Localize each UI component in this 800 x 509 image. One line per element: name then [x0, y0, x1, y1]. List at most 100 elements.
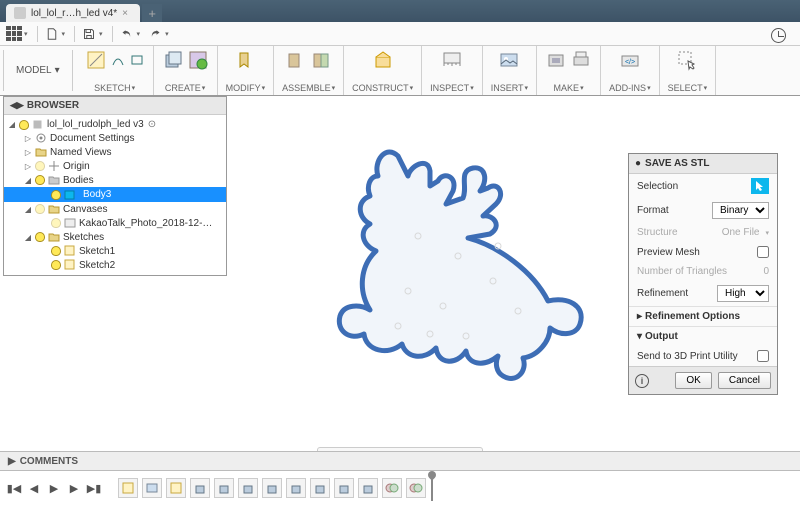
refinement-select[interactable]: High	[717, 285, 769, 302]
expand-icon[interactable]: ▶	[8, 456, 16, 467]
feature-extrude-icon[interactable]	[214, 478, 234, 498]
construct-icon[interactable]	[372, 49, 394, 71]
expand-icon[interactable]: ◢	[8, 120, 16, 129]
redo-icon[interactable]	[147, 26, 163, 42]
row-output[interactable]: ▾Output	[629, 326, 777, 346]
tree-sketches[interactable]: ◢Sketches	[4, 230, 226, 244]
feature-combine-icon[interactable]	[406, 478, 426, 498]
new-tab-button[interactable]: +	[142, 4, 162, 22]
ribbon-construct-label[interactable]: CONSTRUCT▾	[352, 83, 413, 93]
ok-button[interactable]: OK	[675, 372, 711, 389]
activity-icon[interactable]	[771, 28, 786, 43]
ribbon-modify-label[interactable]: MODIFY▾	[226, 83, 266, 93]
dialog-header[interactable]: ● SAVE AS STL	[629, 154, 777, 174]
select-icon[interactable]	[676, 49, 698, 71]
assemble-icon[interactable]	[285, 49, 307, 71]
tree-body3[interactable]: Body3	[4, 187, 226, 202]
expand-icon[interactable]: ▷	[24, 134, 32, 143]
print-icon[interactable]	[570, 49, 592, 71]
insert-icon[interactable]	[498, 49, 520, 71]
document-tab[interactable]: lol_lol_r…h_led v4* ×	[6, 4, 140, 22]
file-icon[interactable]	[44, 26, 60, 42]
ribbon-create-label[interactable]: CREATE▾	[165, 83, 205, 93]
feature-extrude-icon[interactable]	[262, 478, 282, 498]
ribbon-make-label[interactable]: MAKE▾	[554, 83, 584, 93]
primitive-icon[interactable]	[187, 49, 209, 71]
rect-icon[interactable]	[129, 52, 145, 68]
info-icon[interactable]: i	[635, 374, 649, 388]
timeline-play-icon[interactable]: ▶	[46, 480, 62, 496]
format-select[interactable]: Binary	[712, 202, 769, 219]
ribbon-insert-label[interactable]: INSERT▾	[491, 83, 528, 93]
sketch-icon[interactable]	[85, 49, 107, 71]
expand-icon[interactable]: ▷	[24, 148, 32, 157]
tree-origin[interactable]: ▷Origin	[4, 159, 226, 173]
joint-icon[interactable]	[310, 49, 332, 71]
feature-extrude-icon[interactable]	[358, 478, 378, 498]
collapse-icon[interactable]: ◀▶	[10, 100, 24, 111]
feature-combine-icon[interactable]	[382, 478, 402, 498]
feature-extrude-icon[interactable]	[310, 478, 330, 498]
tree-doc-settings[interactable]: ▷Document Settings	[4, 131, 226, 145]
tree-named-views[interactable]: ▷Named Views	[4, 145, 226, 159]
tree-root[interactable]: ◢ lol_lol_rudolph_led v3 ⊙	[4, 118, 226, 131]
visibility-icon[interactable]	[51, 246, 61, 256]
timeline-end-icon[interactable]: ▶▮	[86, 480, 102, 496]
ribbon-inspect-label[interactable]: INSPECT▾	[430, 83, 474, 93]
feature-sketch-icon[interactable]	[118, 478, 138, 498]
tree-bodies[interactable]: ◢Bodies	[4, 173, 226, 187]
caret-icon[interactable]: ▾	[99, 30, 103, 38]
visibility-icon[interactable]	[51, 190, 61, 200]
cancel-button[interactable]: Cancel	[718, 372, 771, 389]
caret-icon[interactable]: ▾	[24, 30, 28, 38]
timeline-start-icon[interactable]: ▮◀	[6, 480, 22, 496]
visibility-icon[interactable]	[35, 175, 45, 185]
undo-icon[interactable]	[119, 26, 135, 42]
feature-sketch-icon[interactable]	[166, 478, 186, 498]
timeline-prev-icon[interactable]: ◀	[26, 480, 42, 496]
ribbon-sketch-label[interactable]: SKETCH▾	[94, 83, 135, 93]
visibility-icon[interactable]	[35, 161, 45, 171]
ribbon-addins-label[interactable]: ADD-INS▾	[609, 83, 651, 93]
close-icon[interactable]: ×	[122, 8, 132, 18]
row-refine-options[interactable]: ▸Refinement Options	[629, 306, 777, 326]
visibility-icon[interactable]	[51, 260, 61, 270]
caret-icon[interactable]: ▾	[165, 30, 169, 38]
ribbon-assemble-label[interactable]: ASSEMBLE▾	[282, 83, 335, 93]
feature-extrude-icon[interactable]	[238, 478, 258, 498]
inspect-icon[interactable]	[441, 49, 463, 71]
send-checkbox[interactable]	[757, 350, 769, 362]
feature-extrude-icon[interactable]	[190, 478, 210, 498]
tree-sketch1[interactable]: Sketch1	[4, 244, 226, 258]
expand-icon[interactable]: ▷	[24, 162, 32, 171]
expand-icon[interactable]: ◢	[24, 205, 32, 214]
caret-icon[interactable]: ▾	[137, 30, 141, 38]
extrude-icon[interactable]	[162, 49, 184, 71]
visibility-icon[interactable]	[35, 204, 45, 214]
tree-canvas-item[interactable]: KakaoTalk_Photo_2018-12-…	[4, 216, 226, 230]
caret-icon[interactable]: ▾	[62, 30, 66, 38]
selection-picker[interactable]	[751, 178, 769, 194]
timeline-next-icon[interactable]: ▶	[66, 480, 82, 496]
tree-canvases[interactable]: ◢Canvases	[4, 202, 226, 216]
feature-extrude-icon[interactable]	[334, 478, 354, 498]
make-icon[interactable]	[545, 49, 567, 71]
comments-bar[interactable]: ▶ COMMENTS	[0, 451, 800, 471]
line-icon[interactable]	[110, 52, 126, 68]
expand-icon[interactable]: ◢	[24, 233, 32, 242]
expand-icon[interactable]: ◢	[24, 176, 32, 185]
visibility-icon[interactable]	[19, 120, 29, 130]
preview-checkbox[interactable]	[757, 246, 769, 258]
feature-canvas-icon[interactable]	[142, 478, 162, 498]
timeline-marker[interactable]	[431, 475, 433, 501]
modify-icon[interactable]	[234, 49, 256, 71]
visibility-icon[interactable]	[35, 232, 45, 242]
addins-icon[interactable]: </>	[619, 49, 641, 71]
data-panel-icon[interactable]	[6, 26, 22, 42]
visibility-icon[interactable]	[51, 218, 61, 228]
sketch-body-outline[interactable]	[318, 126, 618, 406]
tree-sketch2[interactable]: Sketch2	[4, 258, 226, 272]
browser-header[interactable]: ◀▶ BROWSER	[4, 97, 226, 115]
feature-extrude-icon[interactable]	[286, 478, 306, 498]
workspace-switcher[interactable]: MODEL ▾	[3, 50, 73, 91]
